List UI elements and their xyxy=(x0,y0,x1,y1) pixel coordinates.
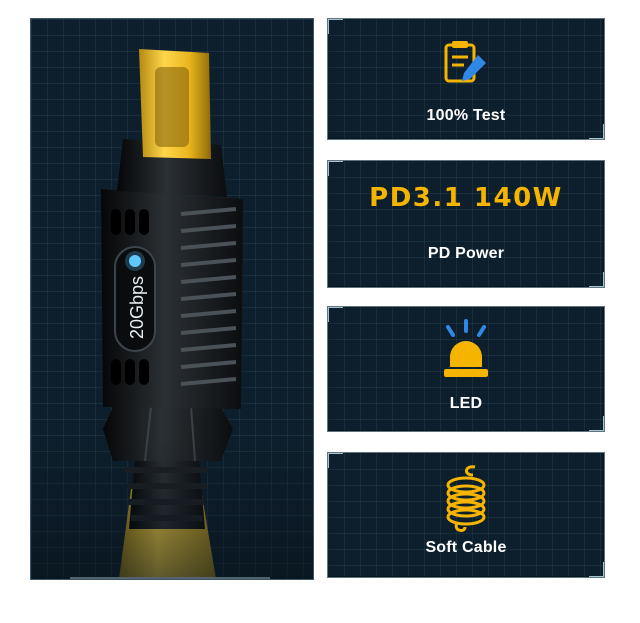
feature-card-test: 100% Test xyxy=(327,18,605,140)
usb-c-cable-illustration: 20Gbps xyxy=(101,49,243,579)
divider-line xyxy=(70,577,270,579)
warning-light-icon xyxy=(444,319,488,377)
card-label-soft-cable: Soft Cable xyxy=(425,539,507,556)
card-label-led: LED xyxy=(449,395,483,412)
feature-card-led: LED xyxy=(327,306,605,432)
checklist-pencil-icon xyxy=(444,41,486,83)
yellow-cable xyxy=(119,489,216,579)
feature-card-pd-power: PD3.1 140W PD Power xyxy=(327,160,605,288)
strain-relief xyxy=(129,459,205,529)
product-image-panel: 20Gbps xyxy=(30,18,314,580)
pd-headline: PD3.1 140W xyxy=(369,183,563,213)
card-label-pd-power: PD Power xyxy=(427,245,505,262)
speed-label: 20Gbps xyxy=(127,276,147,339)
feature-card-soft-cable: Soft Cable xyxy=(327,452,605,578)
hex-collar xyxy=(103,407,233,461)
coiled-cable-icon xyxy=(446,465,486,532)
card-label-test: 100% Test xyxy=(426,107,506,124)
